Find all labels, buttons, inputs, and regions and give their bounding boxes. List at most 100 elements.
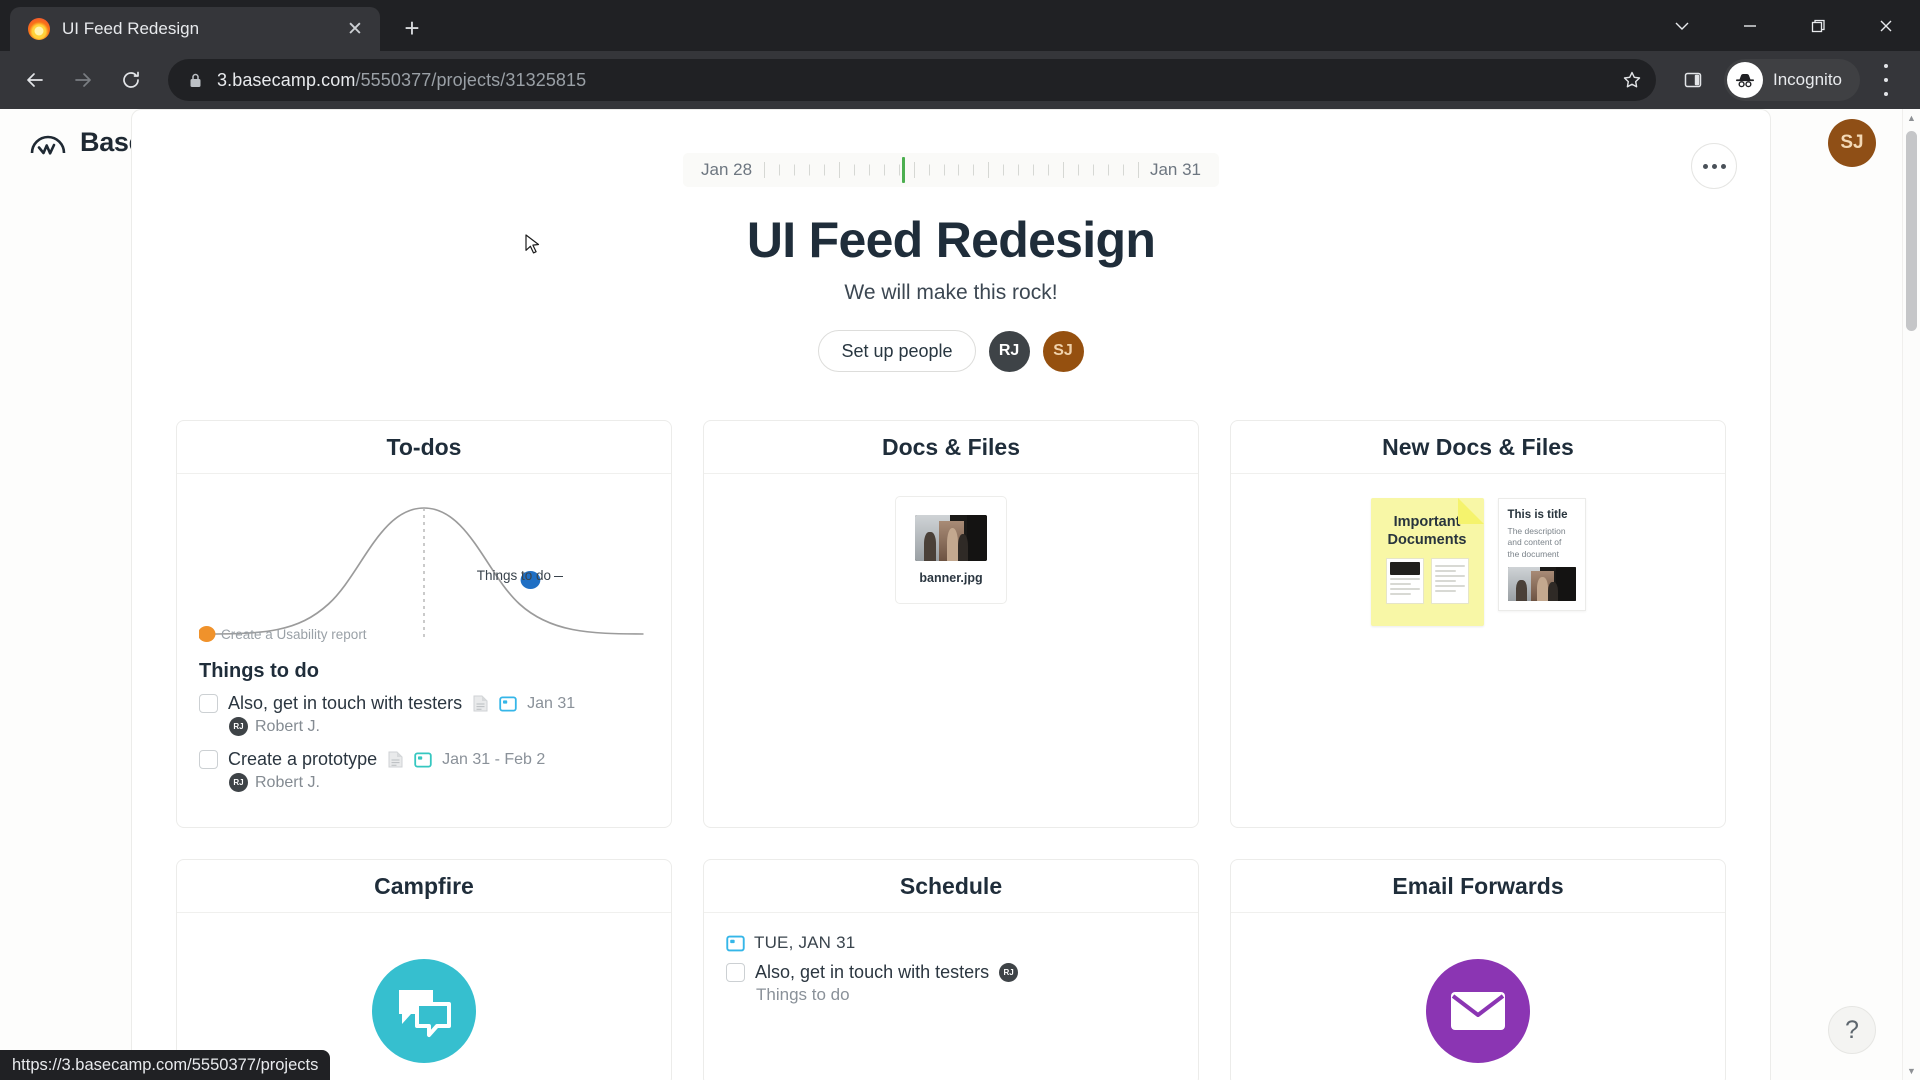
campfire-illustration [199, 959, 649, 1063]
minimize-icon[interactable] [1716, 0, 1784, 51]
timeline-tick [913, 162, 915, 178]
person-avatar-sj[interactable]: SJ [1042, 330, 1084, 372]
mini-page-preview [1430, 558, 1469, 605]
restore-icon[interactable] [1784, 0, 1852, 51]
card-new-docs-files[interactable]: New Docs & Files Important Documents Thi… [1230, 420, 1726, 828]
reload-button[interactable] [110, 59, 152, 101]
campfire-chat-icon [372, 959, 476, 1063]
document-tile[interactable]: This is title The description and conten… [1497, 498, 1586, 611]
document-description: The description and content of the docum… [1507, 526, 1566, 559]
timeline-tick [1122, 164, 1124, 176]
ellipsis-dot [1702, 163, 1708, 169]
schedule-checkbox[interactable] [726, 963, 745, 982]
person-avatar-rj[interactable]: RJ [988, 330, 1030, 372]
timeline-today-marker [902, 157, 906, 183]
card-body-todos: Create a Usability report Things to do T… [177, 474, 671, 827]
close-tab-icon[interactable]: ✕ [340, 14, 370, 44]
file-name: banner.jpg [919, 571, 983, 585]
side-panel-icon[interactable] [1672, 59, 1714, 101]
ellipsis-dot [1720, 163, 1726, 169]
new-tab-button[interactable]: + [392, 8, 432, 48]
url-host: 3.basecamp.com [217, 69, 356, 90]
project-sheet: Jan 28 Jan 31 UI Feed Redesign We will m… [131, 109, 1771, 1080]
hill-point-usability-report [199, 626, 216, 642]
schedule-entry[interactable]: Also, get in touch with testers RJ Thing… [726, 962, 1176, 1005]
photo-thumbnail-icon [1507, 567, 1576, 602]
ellipsis-dot [1711, 163, 1717, 169]
basecamp-page: Basecamp Home Lineup [0, 109, 1902, 1080]
timeline-tick [1048, 164, 1050, 176]
envelope-icon [1426, 959, 1530, 1063]
hill-label-things-to-do: Things to do [476, 568, 564, 583]
timeline-tick [1108, 164, 1110, 176]
kebab-dot [1884, 64, 1888, 68]
todo-assignee: RJ Robert J. [229, 773, 649, 792]
card-header: Schedule [704, 860, 1198, 913]
chevron-down-icon[interactable] [1648, 0, 1716, 51]
hill-chart[interactable]: Create a Usability report Things to do [199, 494, 649, 644]
tab-title: UI Feed Redesign [62, 19, 200, 38]
card-todos[interactable]: To-dos Create a Usability report Things … [176, 420, 672, 828]
todo-item[interactable]: Create a prototype Jan 31 - Feb 2 RJ Rob… [199, 749, 649, 792]
card-header: To-dos [177, 421, 671, 474]
card-campfire[interactable]: Campfire [176, 859, 672, 1080]
todo-text: Create a prototype [228, 749, 378, 769]
account-avatar[interactable]: SJ [1828, 118, 1876, 167]
todo-group-title: Things to do [199, 660, 319, 682]
assignee-avatar: RJ [229, 773, 248, 792]
timeline-tick [928, 164, 930, 176]
scroll-up-arrow-icon[interactable]: ▲ [1903, 109, 1920, 127]
card-title-new-docs-files: New Docs & Files [1382, 433, 1574, 460]
timeline-tick [853, 164, 855, 176]
assignee-name: Robert J. [255, 773, 320, 791]
card-title-campfire: Campfire [374, 872, 474, 899]
page-scrollbar[interactable]: ▲ ▼ [1902, 109, 1920, 1080]
url-path: /5550377/projects/31325815 [355, 69, 587, 90]
folder-tile-important-documents[interactable]: Important Documents [1370, 498, 1484, 626]
new-docs-list: Important Documents This is title The de… [1253, 498, 1703, 626]
back-button[interactable] [14, 59, 56, 101]
card-email-forwards[interactable]: Email Forwards [1230, 859, 1726, 1080]
incognito-profile-button[interactable]: Incognito [1724, 59, 1860, 101]
timeline-tick [764, 162, 766, 178]
card-title-todos: To-dos [386, 433, 462, 460]
close-icon[interactable] [1852, 0, 1920, 51]
timeline-tick [1063, 162, 1065, 178]
project-timeline[interactable]: Jan 28 Jan 31 [683, 153, 1219, 187]
browser-tab[interactable]: UI Feed Redesign ✕ [10, 7, 380, 51]
chrome-menu-button[interactable] [1866, 59, 1906, 101]
card-title-docs-files: Docs & Files [881, 433, 1021, 460]
card-header: Campfire [177, 860, 671, 913]
lock-icon [188, 72, 203, 89]
card-header: Docs & Files [704, 421, 1198, 474]
timeline-tick [943, 164, 945, 176]
todo-item[interactable]: Also, get in touch with testers Jan 31 R… [199, 693, 649, 736]
timeline-tick [1093, 164, 1095, 176]
address-bar[interactable]: 3.basecamp.com/5550377/projects/31325815 [168, 59, 1656, 101]
folder-preview-pages [1382, 558, 1473, 605]
bookmark-star-icon[interactable] [1622, 70, 1642, 90]
kebab-dot [1884, 92, 1888, 96]
timeline-tick [838, 162, 840, 178]
todo-checkbox[interactable] [199, 750, 218, 769]
project-more-menu-button[interactable] [1691, 143, 1737, 189]
card-body-schedule: TUE, JAN 31 Also, get in touch with test… [704, 913, 1198, 1080]
card-body-docs-files: banner.jpg [704, 474, 1198, 779]
help-button[interactable]: ? [1828, 1006, 1876, 1054]
todo-date: Jan 31 - Feb 2 [442, 750, 546, 768]
page-viewport: Basecamp Home Lineup [0, 109, 1920, 1080]
timeline-tick [868, 164, 870, 176]
file-tile[interactable]: banner.jpg [895, 496, 1007, 604]
timeline-tick [779, 164, 780, 176]
scrollbar-thumb[interactable] [1906, 131, 1917, 331]
timeline-tick [883, 164, 885, 176]
assignee-avatar: RJ [229, 717, 248, 736]
forward-button[interactable] [62, 59, 104, 101]
card-title-schedule: Schedule [899, 872, 1003, 899]
card-header: New Docs & Files [1231, 421, 1725, 474]
card-docs-files[interactable]: Docs & Files banner.jpg [703, 420, 1199, 828]
todo-checkbox[interactable] [199, 694, 218, 713]
set-up-people-button[interactable]: Set up people [818, 330, 976, 372]
card-schedule[interactable]: Schedule TUE, JAN 31 Also, get in touch … [703, 859, 1199, 1080]
scroll-down-arrow-icon[interactable]: ▼ [1903, 1062, 1920, 1080]
